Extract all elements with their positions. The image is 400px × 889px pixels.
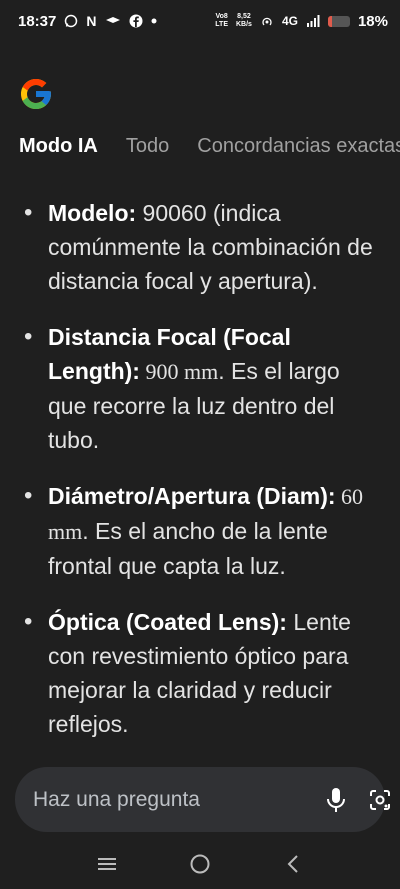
speed-indicator: 8,52 KB/s [236,13,252,29]
item-term: Diámetro/Apertura (Diam): [48,483,336,509]
item-term: Óptica (Coated Lens): [48,609,287,635]
tab-modo-ia[interactable]: Modo IA [19,135,98,158]
ask-input[interactable] [33,787,304,812]
item-value: 900 mm [139,359,219,384]
status-left: 18:37 N [18,13,157,30]
whatsapp-icon [64,14,78,28]
list-item-text: Diámetro/Apertura (Diam): 60 mm. Es el a… [48,479,380,583]
list-item-text: Distancia Focal (Focal Length): 900 mm. … [48,320,380,457]
ai-answer-content: • Modelo: 90060 (indica comúnmente la co… [0,196,400,763]
item-text: . Es el ancho de la lente frontal que ca… [48,518,328,579]
back-icon[interactable] [278,849,308,879]
list-item: • Diámetro/Apertura (Diam): 60 mm. Es el… [24,479,380,583]
bullet-icon: • [24,199,33,226]
speed-value: 8,52 [237,13,251,20]
list-item: • Distancia Focal (Focal Length): 900 mm… [24,320,380,457]
list-item: • Óptica (Coated Lens): Lente con revest… [24,605,380,741]
tab-todo[interactable]: Todo [126,135,169,158]
hotspot-icon [260,14,274,28]
volte-top: Vo8 [215,13,228,20]
signal-icon [306,15,320,27]
search-tabs: Modo IA Todo Concordancias exactas [0,130,400,162]
status-right: Vo8 LTE 8,52 KB/s 4G 18% [215,13,388,30]
ask-bar [15,767,390,832]
bullet-icon: • [24,608,33,635]
status-time: 18:37 [18,12,57,30]
volte-bottom: LTE [215,21,228,28]
speed-unit: KB/s [236,21,252,28]
battery-percent: 18% [357,12,388,30]
list-item-text: Óptica (Coated Lens): Lente con revestim… [48,605,380,741]
more-notifications-icon [151,18,157,24]
bullet-icon: • [24,323,33,350]
list-item: • Modelo: 90060 (indica comúnmente la co… [24,196,380,298]
list-item-text: Modelo: 90060 (indica comúnmente la comb… [48,196,380,298]
home-icon[interactable] [185,849,215,879]
volte-indicator: Vo8 LTE [215,13,228,29]
google-lens-icon[interactable] [368,786,392,814]
netflix-icon: N [86,13,97,29]
tab-concordancias-exactas[interactable]: Concordancias exactas [197,135,400,158]
item-term: Modelo: [48,200,137,226]
mic-icon[interactable] [326,786,346,814]
facebook-icon [129,14,143,28]
network-type: 4G [281,14,298,28]
signal-app-icon [105,16,121,26]
battery-fill [327,15,332,27]
system-nav-bar [0,839,400,889]
recents-icon[interactable] [92,849,122,879]
status-bar: 18:37 N Vo8 LTE 8,52 KB/s 4G 18% [0,0,400,42]
battery-icon [327,15,350,27]
google-logo[interactable] [18,76,54,112]
bullet-icon: • [24,482,33,509]
